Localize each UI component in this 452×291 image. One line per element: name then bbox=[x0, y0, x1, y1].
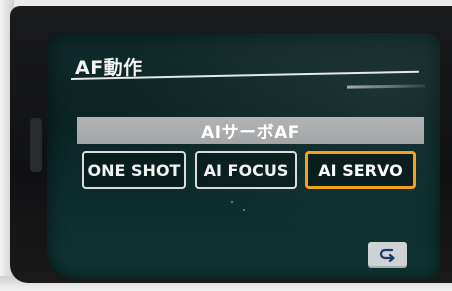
return-button[interactable] bbox=[368, 242, 407, 268]
selected-mode-header: AIサーボAF bbox=[77, 117, 424, 144]
title-divider-highlight bbox=[346, 84, 426, 89]
one-shot-option[interactable]: ONE SHOT bbox=[82, 151, 186, 189]
af-mode-options: ONE SHOT AI FOCUS AI SERVO bbox=[82, 151, 422, 191]
ai-servo-option[interactable]: AI SERVO bbox=[305, 151, 416, 189]
camera-side-notch bbox=[30, 118, 42, 172]
camera-lcd-screen: AF動作 AIサーボAF ONE SHOT AI FOCUS AI SERVO bbox=[47, 33, 440, 279]
return-arrow-icon bbox=[379, 248, 395, 262]
screen-dust bbox=[243, 209, 245, 211]
ai-focus-option[interactable]: AI FOCUS bbox=[195, 151, 297, 189]
screen-dust bbox=[231, 201, 233, 203]
